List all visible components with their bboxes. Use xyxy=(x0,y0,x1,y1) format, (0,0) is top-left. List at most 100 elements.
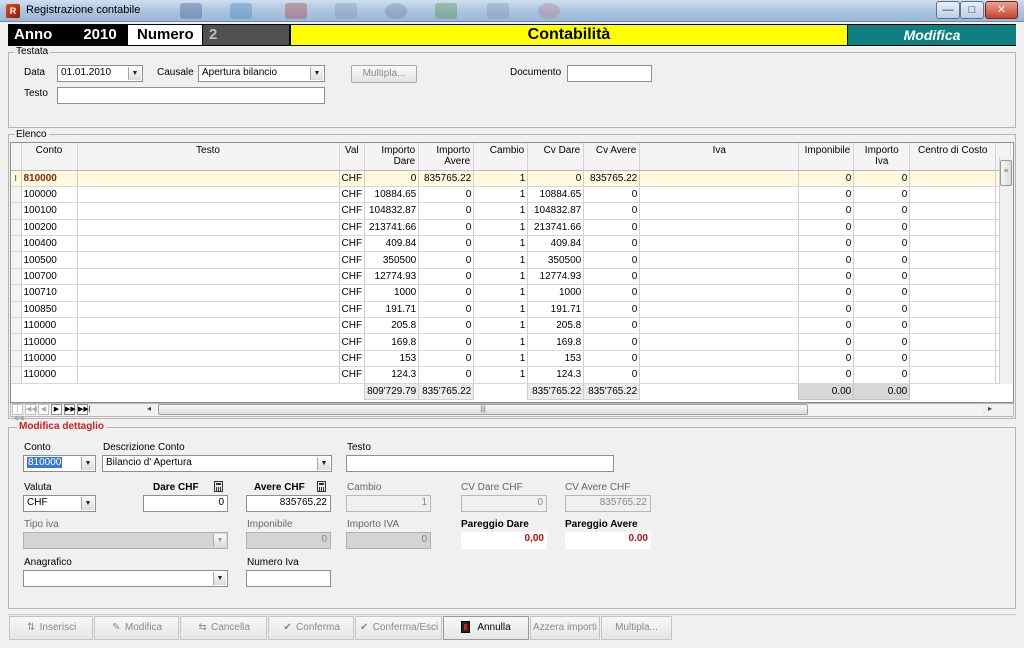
multipla-toolbar-button[interactable]: Multipla... xyxy=(601,616,672,640)
cell-testo[interactable] xyxy=(77,366,340,384)
scroll-right-icon[interactable]: ▸ xyxy=(988,404,992,413)
cell-importo-dare[interactable]: 205.8 xyxy=(364,317,420,335)
chevron-down-icon[interactable]: ▼ xyxy=(81,497,94,510)
cell-cv-dare[interactable]: 350500 xyxy=(527,251,585,269)
row-indicator[interactable] xyxy=(11,350,22,368)
cell-cv-avere[interactable]: 0 xyxy=(583,284,641,302)
cell-importo-dare[interactable]: 153 xyxy=(364,350,420,368)
cell-imponibile[interactable]: 0 xyxy=(798,301,855,319)
row-indicator[interactable] xyxy=(11,333,22,351)
cell-centro-costo[interactable] xyxy=(909,235,997,253)
minimize-button[interactable]: — xyxy=(936,1,960,19)
cell-importo-iva[interactable]: 0 xyxy=(853,202,911,220)
cell-cv-dare[interactable]: 213741.66 xyxy=(527,219,585,237)
table-row[interactable]: 100100 CHF 104832.87 0 1 104832.87 0 0 0 xyxy=(11,202,1012,220)
cell-importo-iva[interactable]: 0 xyxy=(853,186,911,204)
cell-cv-avere[interactable]: 0 xyxy=(583,219,641,237)
cell-iva[interactable] xyxy=(639,333,800,351)
causale-combo[interactable]: Apertura bilancio ▼ xyxy=(198,65,325,82)
cell-importo-iva[interactable]: 0 xyxy=(853,350,911,368)
chevron-down-icon[interactable]: ▼ xyxy=(81,457,94,470)
cell-conto[interactable]: 100500 xyxy=(21,251,78,269)
cell-val[interactable]: CHF xyxy=(339,235,366,253)
col-testo[interactable]: Testo xyxy=(77,143,340,171)
cell-importo-dare[interactable]: 350500 xyxy=(364,251,420,269)
anagrafico-combo[interactable]: ▼ xyxy=(23,570,228,587)
cell-cv-avere[interactable]: 0 xyxy=(583,251,641,269)
row-indicator[interactable] xyxy=(11,317,22,335)
cell-cambio[interactable]: 1 xyxy=(473,317,529,335)
cell-val[interactable]: CHF xyxy=(339,333,366,351)
cell-val[interactable]: CHF xyxy=(339,284,366,302)
row-indicator[interactable] xyxy=(11,284,22,302)
cell-imponibile[interactable]: 0 xyxy=(798,170,855,187)
cell-importo-iva[interactable]: 0 xyxy=(853,366,911,384)
cell-importo-dare[interactable]: 169.8 xyxy=(364,333,420,351)
cell-imponibile[interactable]: 0 xyxy=(798,219,855,237)
vertical-scrollbar[interactable] xyxy=(999,157,1013,384)
cell-centro-costo[interactable] xyxy=(909,350,997,368)
cell-iva[interactable] xyxy=(639,317,800,335)
cell-conto[interactable]: 100700 xyxy=(21,268,78,286)
next-page-button[interactable]: ▶▶ xyxy=(64,404,76,415)
table-row[interactable]: 100700 CHF 12774.93 0 1 12774.93 0 0 0 xyxy=(11,268,1012,286)
cell-cv-avere[interactable]: 0 xyxy=(583,186,641,204)
documento-input[interactable] xyxy=(567,65,652,82)
cell-cambio[interactable]: 1 xyxy=(473,202,529,220)
cell-cv-avere[interactable]: 835765.22 xyxy=(583,170,641,187)
table-row[interactable]: 100400 CHF 409.84 0 1 409.84 0 0 0 xyxy=(11,235,1012,253)
table-row[interactable]: 100500 CHF 350500 0 1 350500 0 0 0 xyxy=(11,251,1012,269)
cell-importo-avere[interactable]: 0 xyxy=(418,235,475,253)
cell-iva[interactable] xyxy=(639,251,800,269)
cell-cv-dare[interactable]: 10884.65 xyxy=(527,186,585,204)
cell-cv-dare[interactable]: 1000 xyxy=(527,284,585,302)
vertical-scroll-thumb[interactable]: ≡ xyxy=(1000,160,1012,186)
cell-importo-iva[interactable]: 0 xyxy=(853,235,911,253)
cell-importo-avere[interactable]: 0 xyxy=(418,366,475,384)
modifica-button[interactable]: ✎ Modifica xyxy=(94,616,179,640)
cell-importo-avere[interactable]: 0 xyxy=(418,268,475,286)
cell-conto[interactable]: 100850 xyxy=(21,301,78,319)
avere-input[interactable]: 835765.22 xyxy=(246,495,331,512)
cell-centro-costo[interactable] xyxy=(909,251,997,269)
cell-val[interactable]: CHF xyxy=(339,317,366,335)
numero-iva-input[interactable] xyxy=(246,570,331,587)
col-centro-costo[interactable]: Centro di Costo xyxy=(909,143,997,171)
cell-cambio[interactable]: 1 xyxy=(473,350,529,368)
cell-centro-costo[interactable] xyxy=(909,284,997,302)
table-row[interactable]: 110000 CHF 153 0 1 153 0 0 0 xyxy=(11,350,1012,368)
cell-cv-avere[interactable]: 0 xyxy=(583,317,641,335)
col-conto[interactable]: Conto xyxy=(21,143,78,171)
row-indicator[interactable] xyxy=(11,235,22,253)
cell-importo-iva[interactable]: 0 xyxy=(853,333,911,351)
table-row[interactable]: 100850 CHF 191.71 0 1 191.71 0 0 0 xyxy=(11,301,1012,319)
inserisci-button[interactable]: ⇅ Inserisci xyxy=(9,616,93,640)
cell-iva[interactable] xyxy=(639,301,800,319)
cell-cv-avere[interactable]: 0 xyxy=(583,202,641,220)
close-button[interactable]: ✕ xyxy=(985,1,1018,19)
cell-conto[interactable]: 100710 xyxy=(21,284,78,302)
cell-testo[interactable] xyxy=(77,186,340,204)
chevron-down-icon[interactable]: ▼ xyxy=(317,457,330,470)
col-imponibile[interactable]: Imponibile xyxy=(798,143,855,171)
cv-avere-input[interactable]: 835765.22 xyxy=(565,495,651,512)
cell-centro-costo[interactable] xyxy=(909,301,997,319)
cell-importo-avere[interactable]: 835765.22 xyxy=(418,170,475,187)
col-importo-avere[interactable]: Importo Avere xyxy=(418,143,475,171)
importo-iva-input[interactable]: 0 xyxy=(346,532,431,549)
calculator-icon[interactable] xyxy=(317,481,326,492)
calculator-icon[interactable] xyxy=(214,481,223,492)
cell-importo-dare[interactable]: 124.3 xyxy=(364,366,420,384)
entries-grid[interactable]: Conto Testo Val Importo Dare Importo Ave… xyxy=(10,142,1014,403)
chevron-down-icon[interactable]: ▼ xyxy=(213,572,226,585)
testo-input[interactable] xyxy=(57,87,325,104)
conferma-button[interactable]: ✔ Conferma xyxy=(268,616,354,640)
valuta-combo[interactable]: CHF ▼ xyxy=(23,495,96,512)
imponibile-input[interactable]: 0 xyxy=(246,532,331,549)
cell-importo-iva[interactable]: 0 xyxy=(853,284,911,302)
cell-conto[interactable]: 100200 xyxy=(21,219,78,237)
tipo-iva-combo[interactable]: ▼ xyxy=(23,532,228,549)
cancella-button[interactable]: ⇆ Cancella xyxy=(180,616,267,640)
row-indicator[interactable] xyxy=(11,268,22,286)
cell-cv-avere[interactable]: 0 xyxy=(583,350,641,368)
